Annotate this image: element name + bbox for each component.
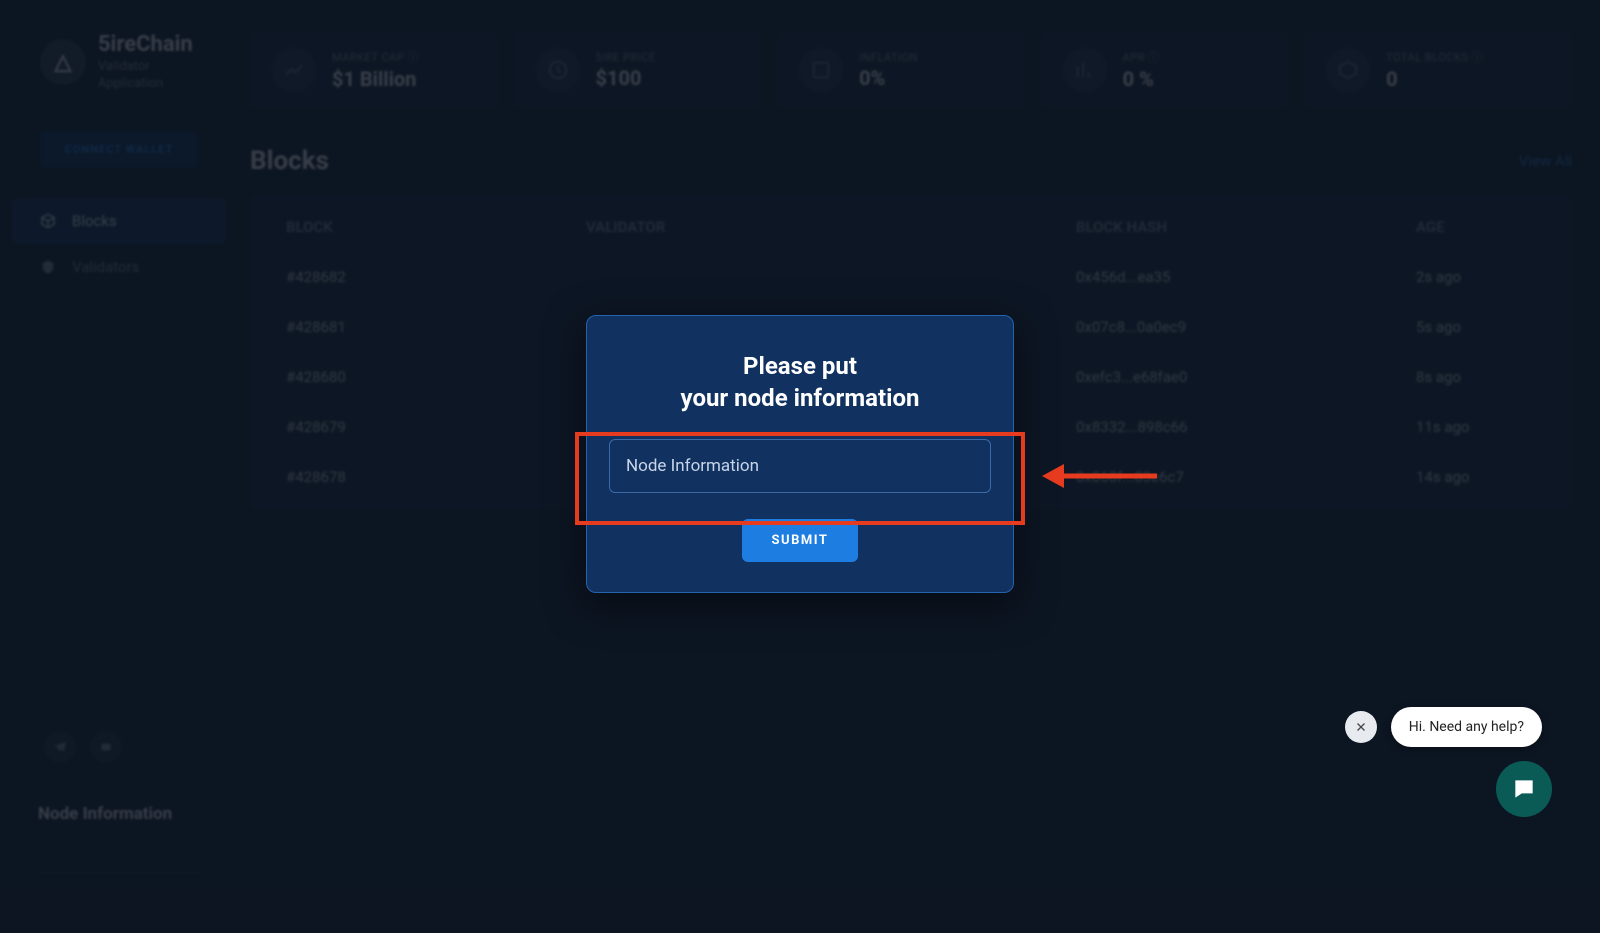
help-close-button[interactable]: [1345, 711, 1377, 743]
node-information-input[interactable]: [609, 439, 991, 493]
modal-title: Please put your node information: [609, 350, 991, 415]
chat-icon: [1511, 776, 1537, 802]
modal-title-line2: your node information: [681, 384, 920, 412]
close-icon: [1355, 721, 1367, 733]
modal-title-line1: Please put: [743, 352, 857, 380]
node-info-modal: Please put your node information SUBMIT: [586, 315, 1014, 593]
help-message[interactable]: Hi. Need any help?: [1391, 707, 1542, 747]
help-bubble: Hi. Need any help?: [1345, 707, 1542, 747]
chat-fab-button[interactable]: [1496, 761, 1552, 817]
modal-overlay[interactable]: Please put your node information SUBMIT: [0, 0, 1600, 933]
submit-button[interactable]: SUBMIT: [742, 519, 859, 562]
